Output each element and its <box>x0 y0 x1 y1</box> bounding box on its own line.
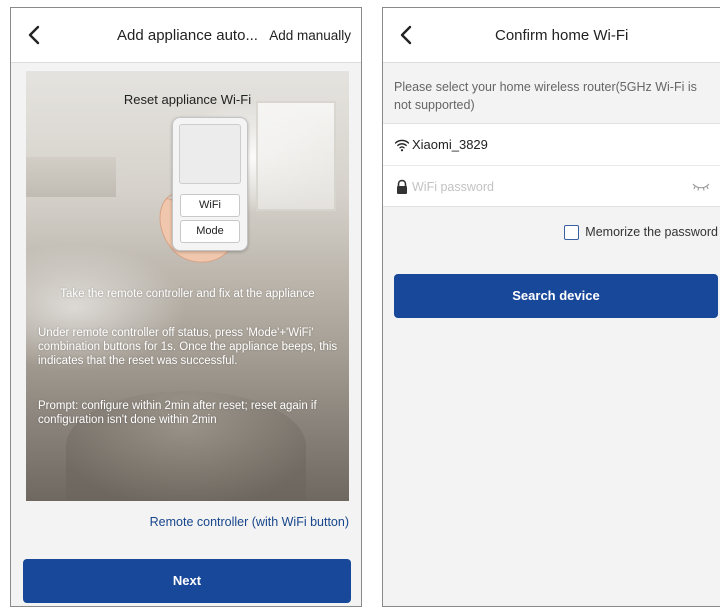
back-arrow-icon[interactable] <box>395 23 419 47</box>
wifi-password-row <box>383 166 720 208</box>
remote-screen <box>179 124 241 184</box>
memorize-password-toggle[interactable]: Memorize the password <box>564 223 718 241</box>
router-hint: Please select your home wireless router(… <box>394 80 697 112</box>
next-button[interactable]: Next <box>23 559 351 603</box>
checkbox-icon[interactable] <box>564 224 580 240</box>
remote-controller-link[interactable]: Remote controller (with WiFi button) <box>150 515 349 529</box>
remote-wifi-button: WiFi <box>180 194 240 217</box>
instruction-prompt: Prompt: configure within 2min after rese… <box>38 400 317 426</box>
page-title: Confirm home Wi-Fi <box>495 27 629 44</box>
instruction-step-1: Take the remote controller and fix at th… <box>60 288 315 300</box>
background-shelf <box>26 157 116 197</box>
wifi-password-input[interactable] <box>412 176 652 198</box>
header: Add appliance auto... Add manually <box>11 8 361 62</box>
memorize-password-label: Memorize the password <box>585 225 718 239</box>
wifi-icon <box>394 137 410 153</box>
wifi-form: Xiaomi_3829 <box>383 123 720 207</box>
search-device-button[interactable]: Search device <box>394 274 718 318</box>
add-manually-link[interactable]: Add manually <box>269 28 351 43</box>
background-window <box>256 101 336 211</box>
add-appliance-screen: Add appliance auto... Add manually Reset… <box>10 7 362 607</box>
page-title: Add appliance auto... <box>117 27 258 44</box>
lock-icon <box>394 179 410 195</box>
wifi-ssid: Xiaomi_3829 <box>412 137 488 152</box>
eye-closed-icon[interactable] <box>692 181 710 193</box>
header-divider <box>11 62 361 63</box>
header: Confirm home Wi-Fi <box>383 8 720 62</box>
remote-controller: WiFi Mode <box>172 117 248 251</box>
confirm-wifi-screen: Confirm home Wi-Fi Please select your ho… <box>382 7 720 607</box>
back-arrow-icon[interactable] <box>23 23 47 47</box>
remote-mode-button: Mode <box>180 220 240 243</box>
instruction-step-2: Under remote controller off status, pres… <box>38 327 338 367</box>
wifi-network-row[interactable]: Xiaomi_3829 <box>383 124 720 166</box>
header-divider <box>383 62 720 63</box>
illustration-title: Reset appliance Wi-Fi <box>123 92 252 107</box>
reset-illustration: Reset appliance Wi-Fi WiFi Mode Take the… <box>26 71 349 501</box>
